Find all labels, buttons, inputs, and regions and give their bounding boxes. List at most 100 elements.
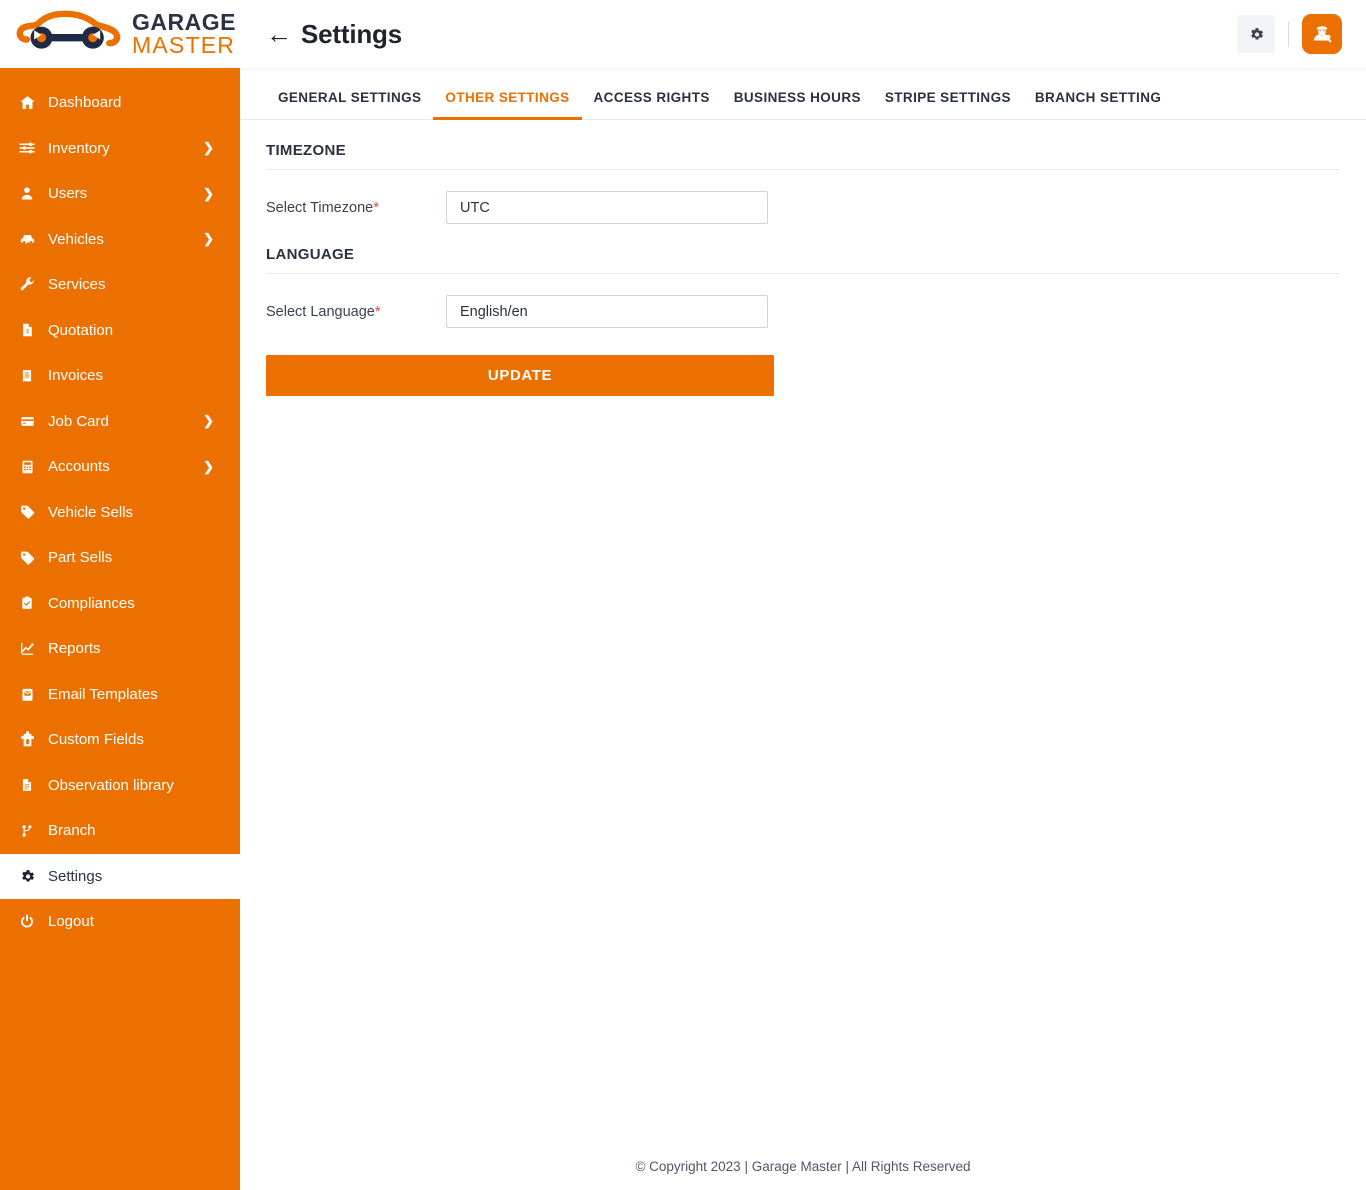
sidebar-item-label: Logout — [48, 913, 94, 930]
puzzle-icon — [14, 730, 40, 750]
sidebar-item-users[interactable]: Users❯ — [0, 171, 240, 217]
sidebar-item-label: Dashboard — [48, 94, 121, 111]
gear-icon[interactable] — [1237, 15, 1275, 53]
timezone-label-text: Select Timezone — [266, 200, 373, 216]
topbar: ← Settings — [240, 0, 1366, 68]
sidebar-item-label: Branch — [48, 822, 96, 839]
sidebar-item-accounts[interactable]: Accounts ❯ — [0, 444, 240, 490]
main-area: ← Settings — [240, 0, 1366, 1190]
sidebar-item-email-templates[interactable]: Email Templates — [0, 672, 240, 718]
timezone-label: Select Timezone* — [266, 200, 446, 216]
tab-branch-setting[interactable]: Branch Setting — [1023, 90, 1173, 119]
clipboard-check-icon — [14, 593, 40, 613]
sidebar-item-custom-fields[interactable]: Custom Fields — [0, 717, 240, 763]
settings-content: TIMEZONE Select Timezone* LANGUAGE Selec… — [240, 120, 1366, 1142]
tab-general-settings[interactable]: General Settings — [266, 90, 433, 119]
wrench-icon — [14, 275, 40, 295]
sidebar-item-inventory[interactable]: Inventory ❯ — [0, 126, 240, 172]
copyright-text: © Copyright 2023 | Garage Master | All R… — [635, 1159, 970, 1174]
file-dollar-icon: $ — [14, 320, 40, 340]
receipt-icon — [14, 366, 40, 386]
calculator-icon — [14, 457, 40, 477]
footer: © Copyright 2023 | Garage Master | All R… — [240, 1142, 1366, 1190]
chart-line-icon — [14, 639, 40, 659]
sidebar-item-vehicle-sells[interactable]: Vehicle Sells — [0, 490, 240, 536]
mechanic-avatar-icon[interactable] — [1302, 14, 1342, 54]
page-title: Settings — [301, 19, 402, 50]
branch-icon — [14, 821, 40, 841]
sidebar-item-label: Quotation — [48, 322, 113, 339]
tab-business-hours[interactable]: Business Hours — [722, 90, 873, 119]
sidebar-item-label: Email Templates — [48, 686, 158, 703]
sidebar-item-invoices[interactable]: Invoices — [0, 353, 240, 399]
sidebar-item-reports[interactable]: Reports — [0, 626, 240, 672]
chevron-right-icon: ❯ — [203, 459, 214, 475]
page-title-group: ← Settings — [266, 19, 402, 50]
sidebar-item-label: Vehicle Sells — [48, 504, 133, 521]
form-row-language: Select Language* — [266, 295, 1340, 328]
user-icon — [14, 184, 40, 204]
sidebar-item-label: Inventory — [48, 140, 110, 157]
tab-other-settings[interactable]: Other Settings — [433, 90, 581, 119]
sidebar-item-part-sells[interactable]: Part Sells — [0, 535, 240, 581]
section-heading-language: LANGUAGE — [266, 224, 1340, 274]
language-label: Select Language* — [266, 304, 446, 320]
sidebar-item-observation-library[interactable]: Observation library — [0, 763, 240, 809]
sidebar-item-job-card[interactable]: Job Card ❯ — [0, 399, 240, 445]
car-wrench-logo-icon — [14, 8, 124, 60]
update-button[interactable]: UPDATE — [266, 355, 774, 396]
tag-icon — [14, 502, 40, 522]
chevron-right-icon: ❯ — [203, 231, 214, 247]
tag-icon — [14, 548, 40, 568]
section-heading-timezone: TIMEZONE — [266, 120, 1340, 170]
sidebar-item-label: Compliances — [48, 595, 135, 612]
tab-access-rights[interactable]: Access Rights — [582, 90, 722, 119]
tab-stripe-settings[interactable]: Stripe Settings — [873, 90, 1023, 119]
sidebar-item-dashboard[interactable]: Dashboard — [0, 80, 240, 126]
sidebar-item-label: Observation library — [48, 777, 174, 794]
home-icon — [14, 93, 40, 113]
car-icon — [14, 229, 40, 249]
sidebar-item-label: Vehicles — [48, 231, 104, 248]
app-root: GARAGE MASTER DashboardInventory❯Users❯V… — [0, 0, 1366, 1190]
form-row-timezone: Select Timezone* — [266, 191, 1340, 224]
sidebar-item-label: Settings — [48, 868, 102, 885]
card-icon — [14, 411, 40, 431]
sidebar-item-label: Services — [48, 276, 106, 293]
sidebar-nav: DashboardInventory❯Users❯Vehicles❯Servic… — [0, 68, 240, 945]
language-required-mark: * — [375, 304, 381, 320]
sidebar-item-branch[interactable]: Branch — [0, 808, 240, 854]
sidebar-item-services[interactable]: Services — [0, 262, 240, 308]
sidebar-item-label: Part Sells — [48, 549, 112, 566]
brand-line-2: MASTER — [132, 34, 236, 57]
brand-header[interactable]: GARAGE MASTER — [0, 0, 240, 68]
sidebar-item-compliances[interactable]: Compliances — [0, 581, 240, 627]
sidebar-item-label: Users — [48, 185, 87, 202]
select-language-input[interactable] — [446, 295, 768, 328]
topbar-actions — [1237, 14, 1342, 54]
sliders-icon — [14, 138, 40, 158]
sidebar-item-label: Custom Fields — [48, 731, 144, 748]
sidebar-item-vehicles[interactable]: Vehicles ❯ — [0, 217, 240, 263]
settings-tabs: General SettingsOther SettingsAccess Rig… — [240, 68, 1366, 120]
document-icon — [14, 775, 40, 795]
topbar-divider — [1288, 21, 1289, 47]
sidebar-item-label: Job Card — [48, 413, 109, 430]
sidebar-item-label: Accounts — [48, 458, 110, 475]
sidebar: GARAGE MASTER DashboardInventory❯Users❯V… — [0, 0, 240, 1190]
sidebar-item-quotation[interactable]: $ Quotation — [0, 308, 240, 354]
back-arrow-icon[interactable]: ← — [266, 21, 292, 47]
mail-box-icon — [14, 684, 40, 704]
sidebar-item-settings[interactable]: Settings — [0, 854, 240, 900]
brand-line-1: GARAGE — [132, 11, 236, 34]
chevron-right-icon: ❯ — [203, 140, 214, 156]
chevron-right-icon: ❯ — [203, 413, 214, 429]
sidebar-item-logout[interactable]: Logout — [0, 899, 240, 945]
sidebar-item-label: Invoices — [48, 367, 103, 384]
sidebar-item-label: Reports — [48, 640, 101, 657]
brand-text: GARAGE MASTER — [132, 11, 236, 57]
select-timezone-input[interactable] — [446, 191, 768, 224]
power-icon — [14, 912, 40, 932]
timezone-required-mark: * — [373, 200, 379, 216]
language-label-text: Select Language — [266, 304, 375, 320]
